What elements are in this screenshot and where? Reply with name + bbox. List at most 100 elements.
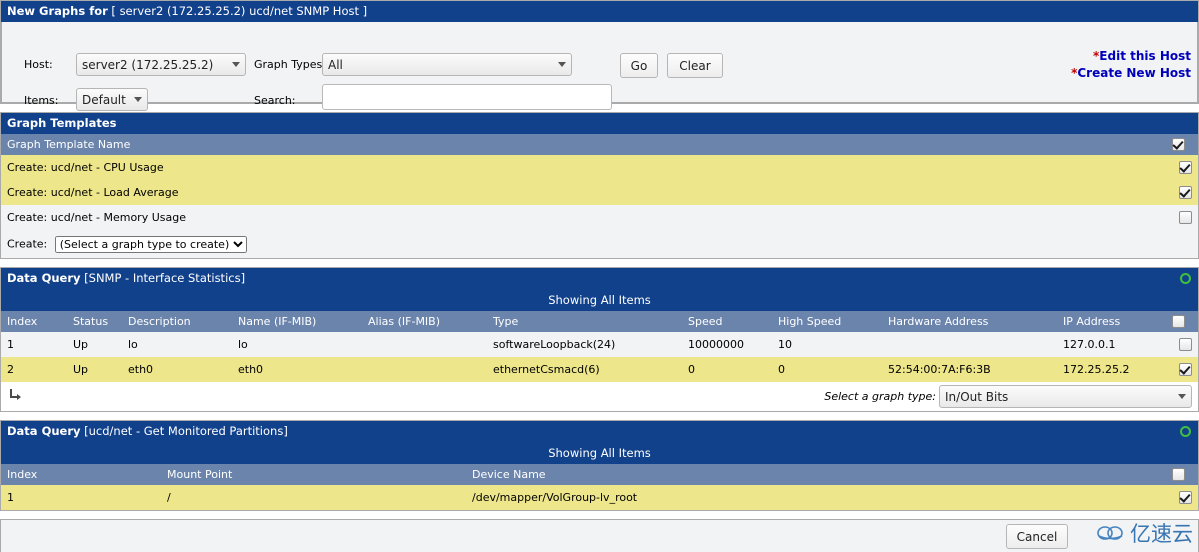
partitions-table: Index Mount Point Device Name 1 / /dev/m… xyxy=(1,464,1198,510)
cell-type: softwareLoopback(24) xyxy=(487,332,682,357)
select-all-header-cell[interactable] xyxy=(1172,311,1198,332)
items-select-wrap[interactable]: Default xyxy=(76,88,148,111)
create-label: Create: xyxy=(7,237,48,250)
data-query-interface-title: Data Query xyxy=(7,271,81,285)
select-all-checkbox[interactable] xyxy=(1172,138,1185,152)
page-title-detail: [ server2 (172.25.25.2) ucd/net SNMP Hos… xyxy=(111,4,368,18)
graph-template-label: Create: ucd/net - CPU Usage xyxy=(1,155,1172,180)
column-index: Index xyxy=(1,464,161,485)
spacer-4 xyxy=(0,511,1199,519)
row-checkbox[interactable] xyxy=(1178,491,1192,505)
cell-hardware-address xyxy=(882,332,1057,357)
table-row[interactable]: 1 / /dev/mapper/VolGroup-lv_root xyxy=(1,485,1198,510)
data-query-partitions-header: Data Query [ucd/net - Get Monitored Part… xyxy=(1,421,1198,442)
cell-high-speed: 10 xyxy=(772,332,882,357)
create-graph-row: Create: (Select a graph type to create) xyxy=(1,230,1198,258)
select-all-header-cell[interactable] xyxy=(1172,134,1198,155)
items-label: Items: xyxy=(24,94,59,107)
row-checkbox-cell[interactable] xyxy=(1172,332,1198,357)
cell-speed: 0 xyxy=(682,357,772,382)
go-button[interactable]: Go xyxy=(620,53,658,78)
search-label: Search: xyxy=(254,94,296,107)
row-checkbox-cell[interactable] xyxy=(1172,155,1198,180)
interface-statistics-table: Index Status Description Name (IF-MIB) A… xyxy=(1,311,1198,382)
page-title: New Graphs for xyxy=(7,4,108,18)
search-input[interactable] xyxy=(322,84,612,110)
select-all-checkbox[interactable] xyxy=(1172,468,1185,482)
data-query-partitions-showing: Showing All Items xyxy=(1,442,1198,464)
column-device-name: Device Name xyxy=(466,464,1172,485)
graph-template-name-column: Graph Template Name xyxy=(1,134,1172,155)
footer-bar: Cancel xyxy=(0,519,1199,552)
row-checkbox[interactable] xyxy=(1178,363,1192,377)
column-status: Status xyxy=(67,311,122,332)
row-checkbox-cell[interactable] xyxy=(1172,180,1198,205)
graph-type-select-wrap[interactable]: In/Out Bits xyxy=(939,385,1192,408)
select-all-checkbox[interactable] xyxy=(1172,315,1185,329)
graph-templates-header: Graph Templates xyxy=(1,113,1198,134)
graph-template-label: Create: ucd/net - Memory Usage xyxy=(1,205,1172,230)
interface-header-row: Index Status Description Name (IF-MIB) A… xyxy=(1,311,1198,332)
refresh-status-icon-partitions[interactable] xyxy=(1180,426,1191,437)
column-hardware-address: Hardware Address xyxy=(882,311,1057,332)
cell-description: eth0 xyxy=(122,357,232,382)
host-select-wrap[interactable]: server2 (172.25.25.2) xyxy=(76,53,246,76)
row-checkbox[interactable] xyxy=(1178,161,1192,175)
graph-templates-title: Graph Templates xyxy=(7,116,117,130)
cell-index: 1 xyxy=(1,485,161,510)
create-new-host-link[interactable]: *Create New Host xyxy=(1071,65,1191,82)
cell-alias-ifmib xyxy=(362,332,487,357)
cancel-button[interactable]: Cancel xyxy=(1006,524,1068,549)
graph-type-select[interactable]: In/Out Bits xyxy=(939,385,1192,408)
spacer-3 xyxy=(0,412,1199,420)
clear-button[interactable]: Clear xyxy=(667,53,723,78)
host-select[interactable]: server2 (172.25.25.2) xyxy=(76,53,246,76)
cell-status: Up xyxy=(67,332,122,357)
spacer-2 xyxy=(0,259,1199,267)
row-checkbox-cell[interactable] xyxy=(1172,357,1198,382)
graph-templates-table: Graph Template Name Create: ucd/net - CP… xyxy=(1,134,1198,258)
select-graph-type-label: Select a graph type: xyxy=(824,390,936,403)
column-ip-address: IP Address xyxy=(1057,311,1172,332)
subitem-arrow-icon xyxy=(10,389,21,400)
graph-types-select-wrap[interactable]: All xyxy=(322,53,572,76)
cell-name-ifmib: lo xyxy=(232,332,362,357)
graph-types-select[interactable]: All xyxy=(322,53,572,76)
cell-name-ifmib: eth0 xyxy=(232,357,362,382)
create-graph-type-select[interactable]: (Select a graph type to create) xyxy=(54,235,247,253)
graph-templates-header-row: Graph Template Name xyxy=(1,134,1198,155)
row-checkbox[interactable] xyxy=(1178,186,1192,200)
data-query-interface-panel: Data Query [SNMP - Interface Statistics]… xyxy=(0,267,1199,382)
table-row[interactable]: Create: ucd/net - Load Average xyxy=(1,180,1198,205)
filter-form: Host: server2 (172.25.25.2) Items: Defau… xyxy=(1,22,1198,111)
select-all-header-cell[interactable] xyxy=(1172,464,1198,485)
table-row[interactable]: 1 Up lo lo softwareLoopback(24) 10000000… xyxy=(1,332,1198,357)
column-index: Index xyxy=(1,311,67,332)
row-checkbox[interactable] xyxy=(1178,338,1192,352)
new-graphs-panel: New Graphs for [ server2 (172.25.25.2) u… xyxy=(0,0,1199,111)
cell-description: lo xyxy=(122,332,232,357)
page-root: New Graphs for [ server2 (172.25.25.2) u… xyxy=(0,0,1199,552)
items-select[interactable]: Default xyxy=(76,88,148,111)
cell-ip-address: 172.25.25.2 xyxy=(1057,357,1172,382)
column-speed: Speed xyxy=(682,311,772,332)
data-query-interface-showing: Showing All Items xyxy=(1,289,1198,311)
table-row[interactable]: Create: ucd/net - Memory Usage xyxy=(1,205,1198,230)
cell-ip-address: 127.0.0.1 xyxy=(1057,332,1172,357)
edit-this-host-link[interactable]: *Edit this Host xyxy=(1071,48,1191,65)
column-high-speed: High Speed xyxy=(772,311,882,332)
interface-rows: 1 Up lo lo softwareLoopback(24) 10000000… xyxy=(1,332,1198,382)
graph-type-selector-row: Select a graph type: In/Out Bits xyxy=(0,382,1199,412)
column-description: Description xyxy=(122,311,232,332)
cell-high-speed: 0 xyxy=(772,357,882,382)
table-row[interactable]: 2 Up eth0 eth0 ethernetCsmacd(6) 0 0 52:… xyxy=(1,357,1198,382)
create-new-host-label: Create New Host xyxy=(1077,66,1191,80)
table-row[interactable]: Create: ucd/net - CPU Usage xyxy=(1,155,1198,180)
row-checkbox-cell[interactable] xyxy=(1172,205,1198,230)
row-checkbox-cell[interactable] xyxy=(1172,485,1198,510)
cell-device-name: /dev/mapper/VolGroup-lv_root xyxy=(466,485,1172,510)
refresh-status-icon[interactable] xyxy=(1180,273,1191,284)
host-label: Host: xyxy=(24,58,53,71)
row-checkbox[interactable] xyxy=(1178,211,1192,225)
data-query-interface-header: Data Query [SNMP - Interface Statistics] xyxy=(1,268,1198,289)
